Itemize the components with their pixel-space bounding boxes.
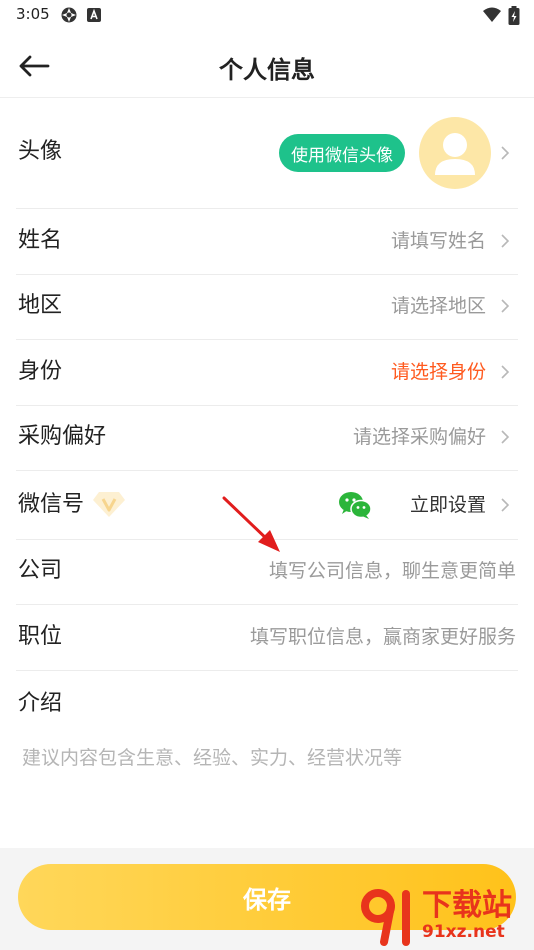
position-label: 职位 [18, 624, 63, 649]
chevron-right-icon [501, 365, 510, 379]
vip-diamond-icon [93, 492, 125, 517]
watermark: 下载站 91xz.net [360, 888, 530, 946]
use-wechat-avatar-button[interactable]: 使用微信头像 [279, 134, 405, 172]
wifi-icon [483, 7, 501, 22]
avatar-label: 头像 [18, 139, 63, 164]
purchase-preference-row[interactable]: 采购偏好 请选择采购偏好 [16, 406, 518, 471]
status-time: 3:05 [16, 5, 50, 23]
identity-label: 身份 [18, 359, 63, 384]
watermark-url: 91xz.net [422, 922, 505, 942]
chevron-right-icon [501, 234, 510, 248]
annotation-arrow-icon [222, 496, 280, 552]
avatar[interactable] [419, 117, 491, 189]
battery-icon [508, 6, 520, 25]
watermark-91-logo-icon [361, 889, 410, 946]
region-value: 请选择地区 [390, 295, 486, 317]
name-label: 姓名 [18, 228, 63, 253]
page-title: 个人信息 [219, 56, 315, 84]
company-label: 公司 [18, 558, 63, 583]
user-avatar-placeholder-icon [435, 133, 475, 175]
name-value: 请填写姓名 [390, 230, 486, 252]
status-bar: 3:05 [0, 0, 534, 30]
wechat-id-label: 微信号 [18, 492, 85, 517]
watermark-brand: 下载站 [422, 888, 512, 923]
intro-label: 介绍 [18, 691, 63, 716]
chevron-right-icon [501, 146, 510, 160]
wechat-icon [339, 492, 372, 519]
chevron-right-icon [501, 498, 510, 512]
region-label: 地区 [18, 293, 63, 318]
company-input[interactable]: 填写公司信息，聊生意更简单 [269, 557, 516, 585]
position-input[interactable]: 填写职位信息，赢商家更好服务 [250, 623, 516, 651]
settings-gear-icon [61, 7, 77, 23]
name-row[interactable]: 姓名 请填写姓名 [16, 209, 518, 275]
identity-row[interactable]: 身份 请选择身份 [16, 340, 518, 406]
identity-value: 请选择身份 [390, 361, 486, 383]
position-row[interactable]: 职位 填写职位信息，赢商家更好服务 [16, 605, 518, 671]
chevron-right-icon [501, 430, 510, 444]
top-app-bar: 个人信息 [0, 30, 534, 98]
purchase-preference-value: 请选择采购偏好 [352, 426, 486, 448]
purchase-preference-label: 采购偏好 [18, 424, 107, 449]
region-row[interactable]: 地区 请选择地区 [16, 275, 518, 340]
intro-textarea[interactable] [16, 738, 518, 838]
avatar-row[interactable]: 头像 使用微信头像 [16, 98, 518, 209]
chevron-right-icon [501, 299, 510, 313]
notification-a-icon [87, 8, 101, 22]
wechat-id-value: 立即设置 [409, 494, 486, 516]
